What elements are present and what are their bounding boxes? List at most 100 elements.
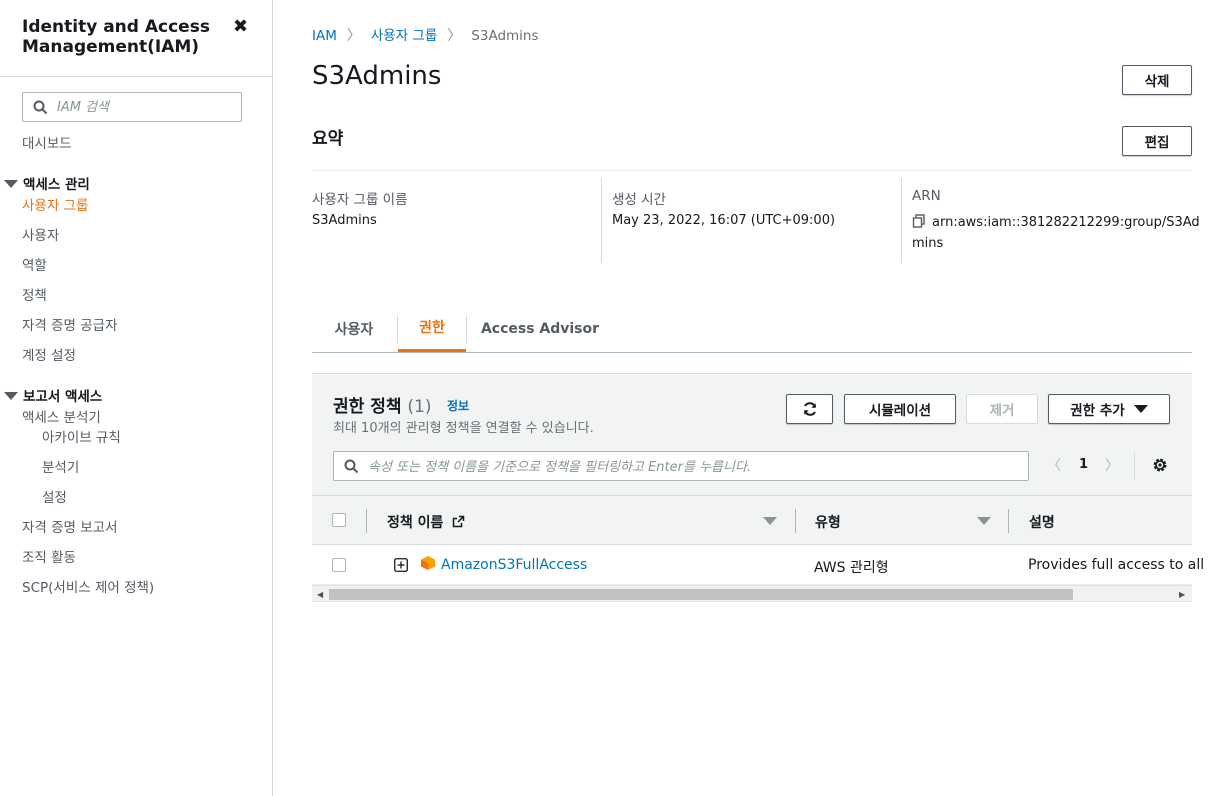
nav-archive-rules[interactable]: 아카이브 규칙: [42, 426, 121, 446]
previous-page-icon[interactable]: 〈: [1047, 455, 1061, 475]
expand-plus-icon[interactable]: [394, 558, 408, 576]
nav-policies[interactable]: 정책: [22, 284, 47, 304]
copy-icon[interactable]: [912, 214, 926, 232]
add-permissions-button[interactable]: 권한 추가: [1048, 394, 1170, 424]
policy-name-cell: AmazonS3FullAccess: [441, 557, 587, 573]
sort-icon[interactable]: [977, 517, 991, 525]
panel-description: 최대 10개의 관리형 정책을 연결할 수 있습니다.: [333, 421, 594, 436]
nav-organization-activity[interactable]: 조직 활동: [22, 546, 76, 566]
nav-access-analyzer[interactable]: 액세스 분석기: [22, 406, 101, 426]
select-all-checkbox[interactable]: [332, 513, 346, 527]
tab-access-advisor[interactable]: Access Advisor: [467, 305, 613, 352]
tab-users[interactable]: 사용자: [312, 305, 396, 352]
aws-managed-policy-cube-icon: [420, 555, 436, 575]
nav-account-settings[interactable]: 계정 설정: [22, 344, 76, 364]
column-label: 정책 이름: [387, 515, 444, 531]
search-icon: [344, 459, 359, 478]
arn-label: ARN: [912, 188, 941, 204]
caret-down-icon: [4, 180, 18, 188]
creation-time-value: May 23, 2022, 16:07 (UTC+09:00): [612, 213, 836, 228]
edit-button[interactable]: 편집: [1122, 126, 1192, 156]
arn-text-line1: arn:aws:iam::381282212299:group/S3Ad: [932, 215, 1200, 230]
policy-name-link[interactable]: AmazonS3FullAccess: [441, 557, 587, 573]
scroll-right-arrow-icon[interactable]: ▶: [1179, 590, 1185, 599]
panel-title-text: 권한 정책: [333, 397, 402, 417]
add-permissions-label: 권한 추가: [1070, 403, 1125, 419]
summary-creation-time: 생성 시간 May 23, 2022, 16:07 (UTC+09:00): [612, 178, 892, 263]
page-title: S3Admins: [312, 61, 442, 91]
breadcrumb-user-groups[interactable]: 사용자 그룹: [371, 28, 437, 44]
caret-down-icon: [1133, 405, 1148, 413]
group-name-label: 사용자 그룹 이름: [312, 192, 408, 208]
panel-title: 권한 정책 (1): [333, 392, 432, 417]
remove-button[interactable]: 제거: [966, 394, 1038, 424]
breadcrumb-current: S3Admins: [471, 28, 539, 44]
chevron-right-icon: 〉: [447, 28, 462, 44]
table-header: 정책 이름 유형 설명: [312, 495, 1192, 545]
summary-title: 요약: [312, 129, 344, 149]
column-divider: [901, 178, 902, 263]
page-number[interactable]: 1: [1079, 457, 1088, 472]
nav-search-input[interactable]: [57, 97, 237, 117]
group-name-value: S3Admins: [312, 213, 377, 228]
horizontal-scrollbar[interactable]: ◀ ▶: [312, 585, 1192, 602]
creation-time-label: 생성 시간: [612, 192, 666, 208]
section-label: 액세스 관리: [23, 177, 90, 193]
search-icon: [33, 100, 48, 119]
scrollbar-thumb[interactable]: [329, 589, 1073, 600]
settings-gear-icon[interactable]: [1152, 457, 1168, 477]
summary-arn: ARN arn:aws:iam::381282212299:group/S3Ad…: [912, 178, 1200, 263]
policy-filter-box[interactable]: [333, 451, 1029, 481]
column-divider: [1008, 509, 1009, 533]
nav-section-access-management[interactable]: 액세스 관리: [4, 173, 90, 193]
close-icon[interactable]: ✖: [233, 16, 248, 37]
policy-type-cell: AWS 관리형: [814, 560, 889, 576]
nav-users[interactable]: 사용자: [22, 224, 59, 244]
pager-divider: [1134, 452, 1135, 480]
simulate-button[interactable]: 시뮬레이션: [844, 394, 956, 424]
refresh-button[interactable]: [786, 394, 833, 424]
nav-scp[interactable]: SCP(서비스 제어 정책): [22, 576, 154, 596]
external-link-icon: [452, 515, 465, 532]
nav-identity-providers[interactable]: 자격 증명 공급자: [22, 314, 118, 334]
column-divider: [795, 509, 796, 533]
policy-count: (1): [407, 397, 432, 417]
nav-user-groups[interactable]: 사용자 그룹: [22, 194, 88, 214]
side-navigation: Identity and Access Management(IAM) ✖ 대시…: [0, 0, 273, 796]
policy-filter-input[interactable]: [368, 457, 1018, 477]
breadcrumb-iam[interactable]: IAM: [312, 28, 337, 44]
service-title: Identity and Access Management(IAM): [22, 17, 210, 57]
column-divider: [366, 509, 367, 533]
section-label: 보고서 액세스: [23, 389, 103, 405]
next-page-icon[interactable]: 〉: [1105, 455, 1119, 475]
policy-description-cell: Provides full access to all: [1028, 557, 1205, 573]
column-divider: [601, 178, 602, 263]
delete-button[interactable]: 삭제: [1122, 65, 1192, 95]
permission-policies-panel: 권한 정책 (1) 정보 최대 10개의 관리형 정책을 연결할 수 있습니다.…: [312, 373, 1204, 602]
nav-dashboard[interactable]: 대시보드: [22, 132, 72, 152]
scroll-left-arrow-icon[interactable]: ◀: [317, 590, 323, 599]
divider: [0, 76, 272, 77]
sort-icon[interactable]: [763, 517, 777, 525]
nav-analyzers[interactable]: 분석기: [42, 456, 79, 476]
arn-value: arn:aws:iam::381282212299:group/S3Ad: [912, 214, 1200, 232]
column-header-type[interactable]: 유형: [815, 512, 841, 532]
breadcrumb: IAM 〉 사용자 그룹 〉 S3Admins: [312, 24, 539, 45]
main-content: IAM 〉 사용자 그룹 〉 S3Admins S3Admins 삭제 요약 편집 사용…: [273, 0, 1227, 796]
table-row: AmazonS3FullAccess AWS 관리형 Provides full…: [312, 545, 1204, 585]
info-link[interactable]: 정보: [447, 397, 469, 414]
nav-analyzer-settings[interactable]: 설정: [42, 486, 67, 506]
nav-credential-report[interactable]: 자격 증명 보고서: [22, 516, 118, 536]
summary-divider: [312, 170, 1192, 171]
tab-permissions[interactable]: 권한: [398, 305, 466, 352]
column-header-policy-name[interactable]: 정책 이름: [387, 512, 465, 532]
chevron-right-icon: 〉: [346, 28, 361, 44]
column-header-description[interactable]: 설명: [1029, 512, 1055, 532]
arn-text-line2: mins: [912, 236, 944, 251]
nav-roles[interactable]: 역할: [22, 254, 47, 274]
nav-search-box[interactable]: [22, 92, 242, 122]
tab-bar: 사용자 권한 Access Advisor: [312, 305, 1192, 353]
nav-section-access-reports[interactable]: 보고서 액세스: [4, 385, 102, 405]
refresh-icon: [803, 402, 816, 416]
row-checkbox[interactable]: [332, 558, 346, 572]
